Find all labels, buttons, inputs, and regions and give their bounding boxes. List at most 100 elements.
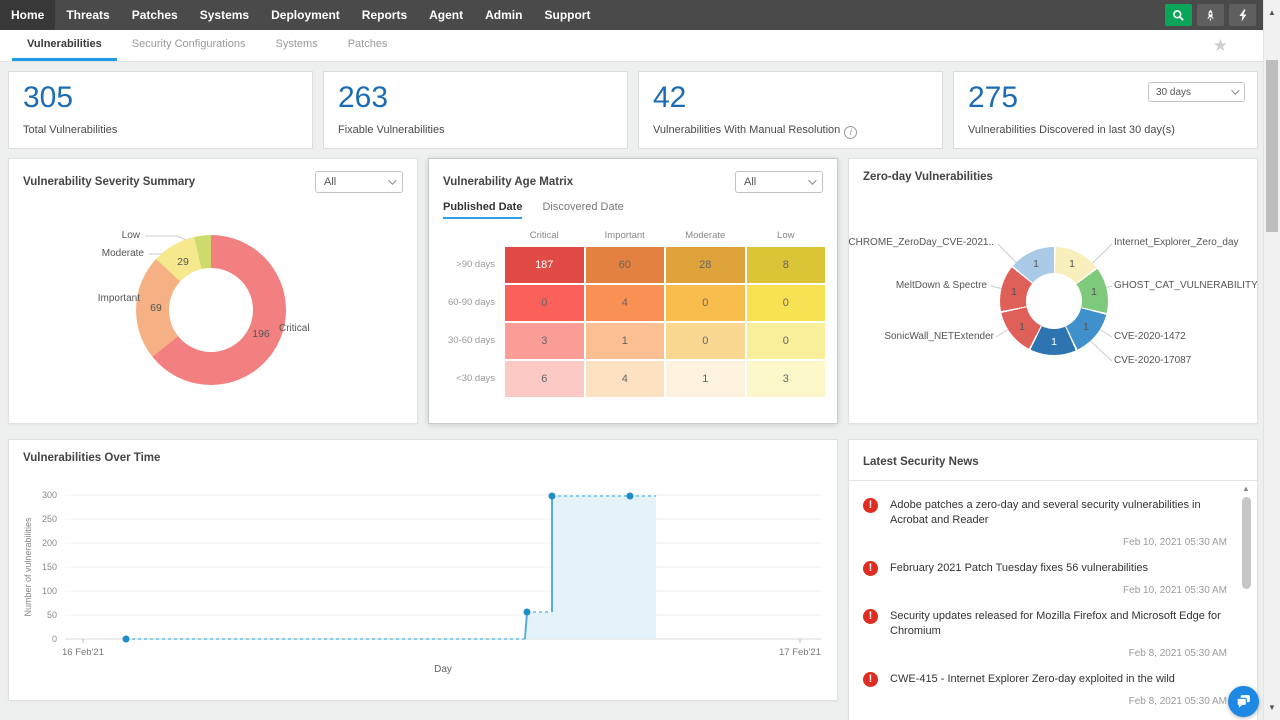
- favorite-star-icon[interactable]: ★: [1213, 36, 1228, 56]
- news-item: !February 2021 Patch Tuesday fixes 56 vu…: [863, 548, 1227, 596]
- scroll-down-arrow[interactable]: ▼: [1264, 703, 1280, 712]
- nav-item-admin[interactable]: Admin: [474, 0, 533, 30]
- heatmap-cell[interactable]: 0: [666, 323, 745, 359]
- severity-label-important[interactable]: Important: [98, 293, 140, 304]
- news-link[interactable]: CWE-415 - Internet Explorer Zero-day exp…: [890, 672, 1175, 687]
- severity-filter-dropdown[interactable]: All: [315, 171, 403, 193]
- age-matrix-panel: Vulnerability Age Matrix All Published D…: [428, 158, 838, 424]
- nav-item-threats[interactable]: Threats: [55, 0, 120, 30]
- tab-systems[interactable]: Systems: [261, 30, 333, 61]
- col-header-critical: Critical: [505, 227, 584, 245]
- row-label-60-90: 60-90 days: [441, 285, 503, 321]
- severity-label-moderate[interactable]: Moderate: [102, 248, 144, 259]
- manual-resolution-label-text: Vulnerabilities With Manual Resolution: [653, 124, 840, 136]
- page-scrollbar-thumb[interactable]: [1266, 60, 1278, 232]
- heatmap-cell[interactable]: 1: [586, 323, 665, 359]
- heatmap-cell[interactable]: 0: [666, 285, 745, 321]
- news-scrollbar: ▲: [1239, 484, 1253, 714]
- age-matrix-heatmap: Critical Important Moderate Low >90 days…: [441, 227, 825, 397]
- nav-item-support[interactable]: Support: [533, 0, 601, 30]
- tab-published-date[interactable]: Published Date: [443, 201, 522, 219]
- scroll-up-arrow[interactable]: ▲: [1264, 8, 1280, 17]
- chat-bubbles-icon: [1235, 693, 1252, 710]
- news-list: ! Adobe patches a zero-day and several se…: [849, 481, 1257, 720]
- info-icon[interactable]: i: [844, 126, 857, 139]
- heatmap-cell[interactable]: 8: [747, 247, 826, 283]
- heatmap-cell[interactable]: 3: [747, 361, 826, 397]
- nav-item-agent[interactable]: Agent: [418, 0, 474, 30]
- chevron-down-icon: [388, 176, 396, 184]
- zd-value: 1: [1074, 321, 1098, 333]
- tab-patches[interactable]: Patches: [333, 30, 403, 61]
- zd-value: 1: [1010, 321, 1034, 333]
- heatmap-cell[interactable]: 187: [505, 247, 584, 283]
- news-scrollbar-thumb[interactable]: [1242, 497, 1251, 589]
- heatmap-cell[interactable]: 0: [747, 285, 826, 321]
- x-axis-label: Day: [434, 664, 452, 675]
- severity-filter-value: All: [324, 176, 336, 188]
- zd-label-chrome[interactable]: CHROME_ZeroDay_CVE-2021..: [848, 237, 994, 248]
- nav-item-systems[interactable]: Systems: [189, 0, 260, 30]
- search-button[interactable]: [1165, 4, 1192, 26]
- rocket-icon: [1204, 9, 1217, 22]
- news-link[interactable]: February 2021 Patch Tuesday fixes 56 vul…: [890, 561, 1148, 576]
- total-vulnerabilities-count[interactable]: 305: [23, 80, 298, 116]
- days-range-dropdown[interactable]: 30 days: [1148, 82, 1245, 102]
- heatmap-cell[interactable]: 0: [747, 323, 826, 359]
- heatmap-cell[interactable]: 4: [586, 361, 665, 397]
- severity-value-important: 69: [144, 302, 168, 314]
- heatmap-cell[interactable]: 6: [505, 361, 584, 397]
- lightning-bolt-icon: [1237, 9, 1249, 22]
- zero-day-panel: Zero-day Vulnerabilities CHROME_ZeroDay_…: [848, 158, 1258, 424]
- alert-icon: !: [863, 672, 878, 687]
- tab-security-configurations[interactable]: Security Configurations: [117, 30, 261, 61]
- heatmap-cell[interactable]: 1: [666, 361, 745, 397]
- nav-item-reports[interactable]: Reports: [351, 0, 418, 30]
- news-item: ! CWE-415 - Internet Explorer Zero-day ex…: [863, 659, 1227, 707]
- zd-label-cve-2020-1472[interactable]: CVE-2020-1472: [1114, 331, 1186, 342]
- quick-actions-button[interactable]: [1229, 4, 1256, 26]
- zd-label-sonicwall[interactable]: SonicWall_NETExtender: [884, 331, 994, 342]
- zd-label-meltdown-spectre[interactable]: MeltDown & Spectre: [896, 280, 987, 291]
- news-date: Feb 8, 2021 05:30 AM: [863, 696, 1227, 707]
- news-date: Feb 8, 2021 05:30 AM: [863, 648, 1227, 659]
- zd-value: 1: [1024, 258, 1048, 270]
- heatmap-cell[interactable]: 0: [505, 285, 584, 321]
- nav-item-patches[interactable]: Patches: [121, 0, 189, 30]
- nav-item-home[interactable]: Home: [0, 0, 55, 30]
- severity-label-critical[interactable]: Critical: [279, 323, 310, 334]
- nav-item-deployment[interactable]: Deployment: [260, 0, 351, 30]
- security-news-panel: Latest Security News !Adobe patches a ze…: [848, 439, 1258, 720]
- zd-label-cve-2020-17087[interactable]: CVE-2020-17087: [1114, 355, 1191, 366]
- age-matrix-filter-dropdown[interactable]: All: [735, 171, 823, 193]
- manual-resolution-count[interactable]: 42: [653, 80, 928, 116]
- series-line-rise1: [525, 612, 527, 639]
- ytick-300: 300: [42, 490, 57, 500]
- news-link[interactable]: Security updates released for Mozilla Fi…: [890, 609, 1227, 639]
- heatmap-cell[interactable]: 3: [505, 323, 584, 359]
- launch-agent-button[interactable]: [1197, 4, 1224, 26]
- zd-value: 1: [1042, 336, 1066, 348]
- heatmap-cell[interactable]: 60: [586, 247, 665, 283]
- heatmap-cell[interactable]: 4: [586, 285, 665, 321]
- zero-day-title: Zero-day Vulnerabilities: [863, 171, 993, 183]
- col-header-moderate: Moderate: [666, 227, 745, 245]
- severity-label-low[interactable]: Low: [122, 230, 140, 241]
- age-matrix-tabs: Published Date Discovered Date: [443, 201, 837, 219]
- alert-icon: !: [863, 609, 878, 624]
- corner-cell: [441, 227, 503, 245]
- fixable-vulnerabilities-count[interactable]: 263: [338, 80, 613, 116]
- scroll-up-arrow[interactable]: ▲: [1239, 484, 1253, 493]
- tab-discovered-date[interactable]: Discovered Date: [542, 201, 623, 219]
- card-manual-resolution: 42 Vulnerabilities With Manual Resolutio…: [638, 71, 943, 149]
- tab-vulnerabilities[interactable]: Vulnerabilities: [12, 30, 117, 61]
- chat-support-button[interactable]: [1228, 686, 1259, 717]
- news-link[interactable]: Adobe patches a zero-day and several sec…: [890, 498, 1227, 528]
- news-item: ! Security updates released for Mozilla F…: [863, 596, 1227, 659]
- fixable-vulnerabilities-label: Fixable Vulnerabilities: [338, 124, 613, 136]
- row-label-gt90: >90 days: [441, 247, 503, 283]
- heatmap-cell[interactable]: 28: [666, 247, 745, 283]
- zd-label-internet-explorer[interactable]: Internet_Explorer_Zero_day: [1114, 237, 1239, 248]
- zd-label-ghost-cat[interactable]: GHOST_CAT_VULNERABILITY: [1114, 280, 1258, 291]
- col-header-low: Low: [747, 227, 826, 245]
